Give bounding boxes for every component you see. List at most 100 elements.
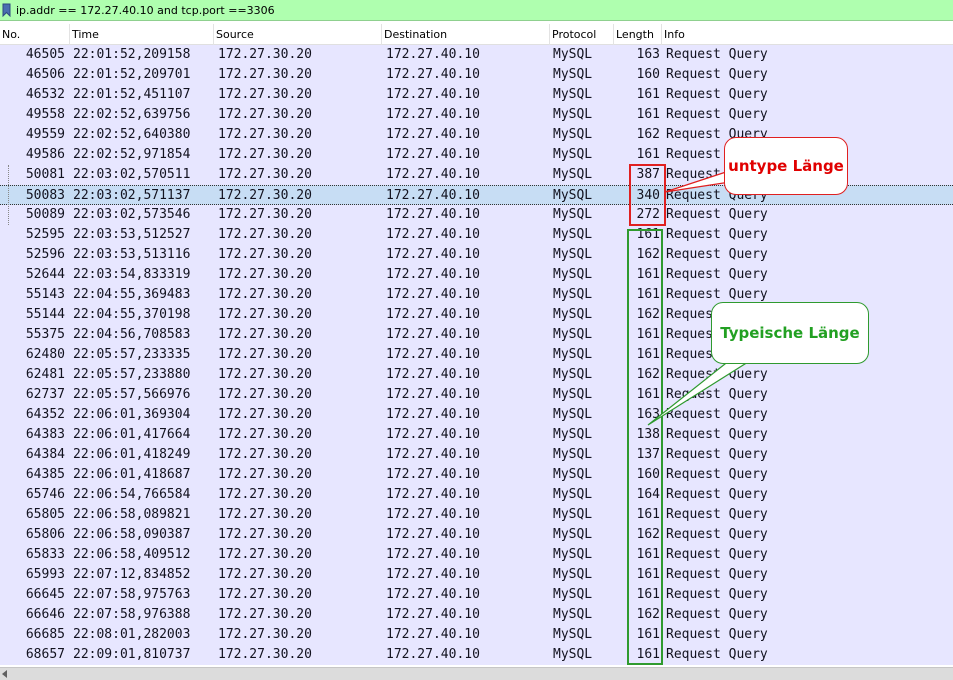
packet-number: 64352 [25, 407, 65, 422]
column-header-no[interactable]: No. [0, 24, 70, 45]
column-header-info[interactable]: Info [662, 24, 953, 45]
packet-number: 65805 [25, 507, 65, 522]
table-row[interactable]: 52595 22:03:53,512527 172.27.30.20 172.27.4… [0, 225, 953, 245]
packet-number: 52596 [25, 247, 65, 262]
table-row[interactable]: 62737 22:05:57,566976 172.27.30.20 172.27.4… [0, 385, 953, 405]
packet-destination: 172.27.40.10 [386, 167, 480, 182]
packet-destination: 172.27.40.10 [386, 487, 480, 502]
packet-source: 172.27.30.20 [218, 167, 312, 182]
packet-info: Request Query [666, 47, 768, 62]
table-row[interactable]: 65833 22:06:58,409512 172.27.30.20 172.27.4… [0, 545, 953, 565]
packet-protocol: MySQL [553, 127, 593, 142]
packet-number: 49586 [25, 147, 65, 162]
packet-time: 22:01:52,451107 [73, 87, 191, 102]
packet-source: 172.27.30.20 [218, 427, 312, 442]
table-row[interactable]: 65746 22:06:54,766584 172.27.30.20 172.27.4… [0, 485, 953, 505]
table-row[interactable]: 68657 22:09:01,810737 172.27.30.20 172.27.4… [0, 645, 953, 665]
packet-protocol: MySQL [553, 387, 593, 402]
display-filter-bar[interactable]: ip.addr == 172.27.40.10 and tcp.port ==3… [0, 0, 953, 21]
packet-info: Request Query [666, 507, 768, 522]
table-row[interactable]: 46506 22:01:52,209701 172.27.30.20 172.27.4… [0, 65, 953, 85]
packet-protocol: MySQL [553, 347, 593, 362]
packet-destination: 172.27.40.10 [386, 267, 480, 282]
table-row[interactable]: 46532 22:01:52,451107 172.27.30.20 172.27.4… [0, 85, 953, 105]
packet-source: 172.27.30.20 [218, 447, 312, 462]
packet-info: Request Query [666, 547, 768, 562]
packet-protocol: MySQL [553, 188, 593, 203]
packet-destination: 172.27.40.10 [386, 107, 480, 122]
packet-source: 172.27.30.20 [218, 607, 312, 622]
packet-source: 172.27.30.20 [218, 347, 312, 362]
packet-time: 22:07:58,976388 [73, 607, 191, 622]
packet-number: 68657 [25, 647, 65, 662]
horizontal-scrollbar[interactable] [0, 667, 953, 680]
table-row[interactable]: 52644 22:03:54,833319 172.27.30.20 172.27.4… [0, 265, 953, 285]
packet-time: 22:02:52,640380 [73, 127, 191, 142]
packet-time: 22:07:12,834852 [73, 567, 191, 582]
packet-time: 22:04:55,370198 [73, 307, 191, 322]
table-row[interactable]: 65805 22:06:58,089821 172.27.30.20 172.27.4… [0, 505, 953, 525]
packet-protocol: MySQL [553, 287, 593, 302]
table-row[interactable]: 66646 22:07:58,976388 172.27.30.20 172.27.4… [0, 605, 953, 625]
packet-protocol: MySQL [553, 487, 593, 502]
packet-time: 22:06:01,369304 [73, 407, 191, 422]
packet-protocol: MySQL [553, 527, 593, 542]
packet-length: 160 [636, 67, 660, 82]
table-row[interactable]: 64384 22:06:01,418249 172.27.30.20 172.27.4… [0, 445, 953, 465]
packet-destination: 172.27.40.10 [386, 367, 480, 382]
packet-source: 172.27.30.20 [218, 87, 312, 102]
packet-time: 22:06:58,409512 [73, 547, 191, 562]
packet-time: 22:08:01,282003 [73, 627, 191, 642]
packet-protocol: MySQL [553, 47, 593, 62]
table-row[interactable]: 65806 22:06:58,090387 172.27.30.20 172.27.4… [0, 525, 953, 545]
column-header-destination[interactable]: Destination [382, 24, 550, 45]
packet-source: 172.27.30.20 [218, 527, 312, 542]
packet-protocol: MySQL [553, 247, 593, 262]
packet-destination: 172.27.40.10 [386, 647, 480, 662]
packet-length: 163 [636, 47, 660, 62]
packet-source: 172.27.30.20 [218, 507, 312, 522]
table-row[interactable]: 62481 22:05:57,233880 172.27.30.20 172.27.4… [0, 365, 953, 385]
table-row[interactable]: 50089 22:03:02,573546 172.27.30.20 172.27.4… [0, 205, 953, 225]
table-row[interactable]: 66645 22:07:58,975763 172.27.30.20 172.27.4… [0, 585, 953, 605]
packet-destination: 172.27.40.10 [386, 287, 480, 302]
packet-protocol: MySQL [553, 507, 593, 522]
packet-number: 64385 [25, 467, 65, 482]
packet-protocol: MySQL [553, 407, 593, 422]
filter-expression[interactable]: ip.addr == 172.27.40.10 and tcp.port ==3… [16, 4, 275, 17]
table-row[interactable]: 46505 22:01:52,209158 172.27.30.20 172.27.4… [0, 45, 953, 65]
packet-destination: 172.27.40.10 [386, 347, 480, 362]
bookmark-icon[interactable] [0, 0, 12, 21]
packet-info: Request Query [666, 267, 768, 282]
column-header-protocol[interactable]: Protocol [550, 24, 614, 45]
packet-source: 172.27.30.20 [218, 567, 312, 582]
packet-time: 22:03:02,570511 [73, 167, 191, 182]
packet-destination: 172.27.40.10 [386, 307, 480, 322]
table-row[interactable]: 64383 22:06:01,417664 172.27.30.20 172.27.4… [0, 425, 953, 445]
packet-protocol: MySQL [553, 67, 593, 82]
table-row[interactable]: 66685 22:08:01,282003 172.27.30.20 172.27.4… [0, 625, 953, 645]
scroll-left-arrow-icon[interactable] [2, 670, 7, 678]
packet-destination: 172.27.40.10 [386, 467, 480, 482]
packet-info: Request Query [666, 427, 768, 442]
packet-time: 22:01:52,209701 [73, 67, 191, 82]
table-row[interactable]: 49558 22:02:52,639756 172.27.30.20 172.27.4… [0, 105, 953, 125]
packet-protocol: MySQL [553, 647, 593, 662]
packet-time: 22:02:52,971854 [73, 147, 191, 162]
table-row[interactable]: 64385 22:06:01,418687 172.27.30.20 172.27.4… [0, 465, 953, 485]
table-row[interactable]: 52596 22:03:53,513116 172.27.30.20 172.27.4… [0, 245, 953, 265]
table-row[interactable]: 64352 22:06:01,369304 172.27.30.20 172.27.4… [0, 405, 953, 425]
packet-source: 172.27.30.20 [218, 387, 312, 402]
packet-info: Request Query [666, 207, 768, 222]
packet-time: 22:03:53,512527 [73, 227, 191, 242]
packet-destination: 172.27.40.10 [386, 567, 480, 582]
column-header-source[interactable]: Source [214, 24, 382, 45]
table-row[interactable]: 65993 22:07:12,834852 172.27.30.20 172.27.4… [0, 565, 953, 585]
packet-time: 22:03:54,833319 [73, 267, 191, 282]
packet-source: 172.27.30.20 [218, 67, 312, 82]
packet-number: 66645 [25, 587, 65, 602]
column-header-time[interactable]: Time [70, 24, 214, 45]
packet-destination: 172.27.40.10 [386, 507, 480, 522]
column-header-length[interactable]: Length [614, 24, 662, 45]
packet-destination: 172.27.40.10 [386, 47, 480, 62]
